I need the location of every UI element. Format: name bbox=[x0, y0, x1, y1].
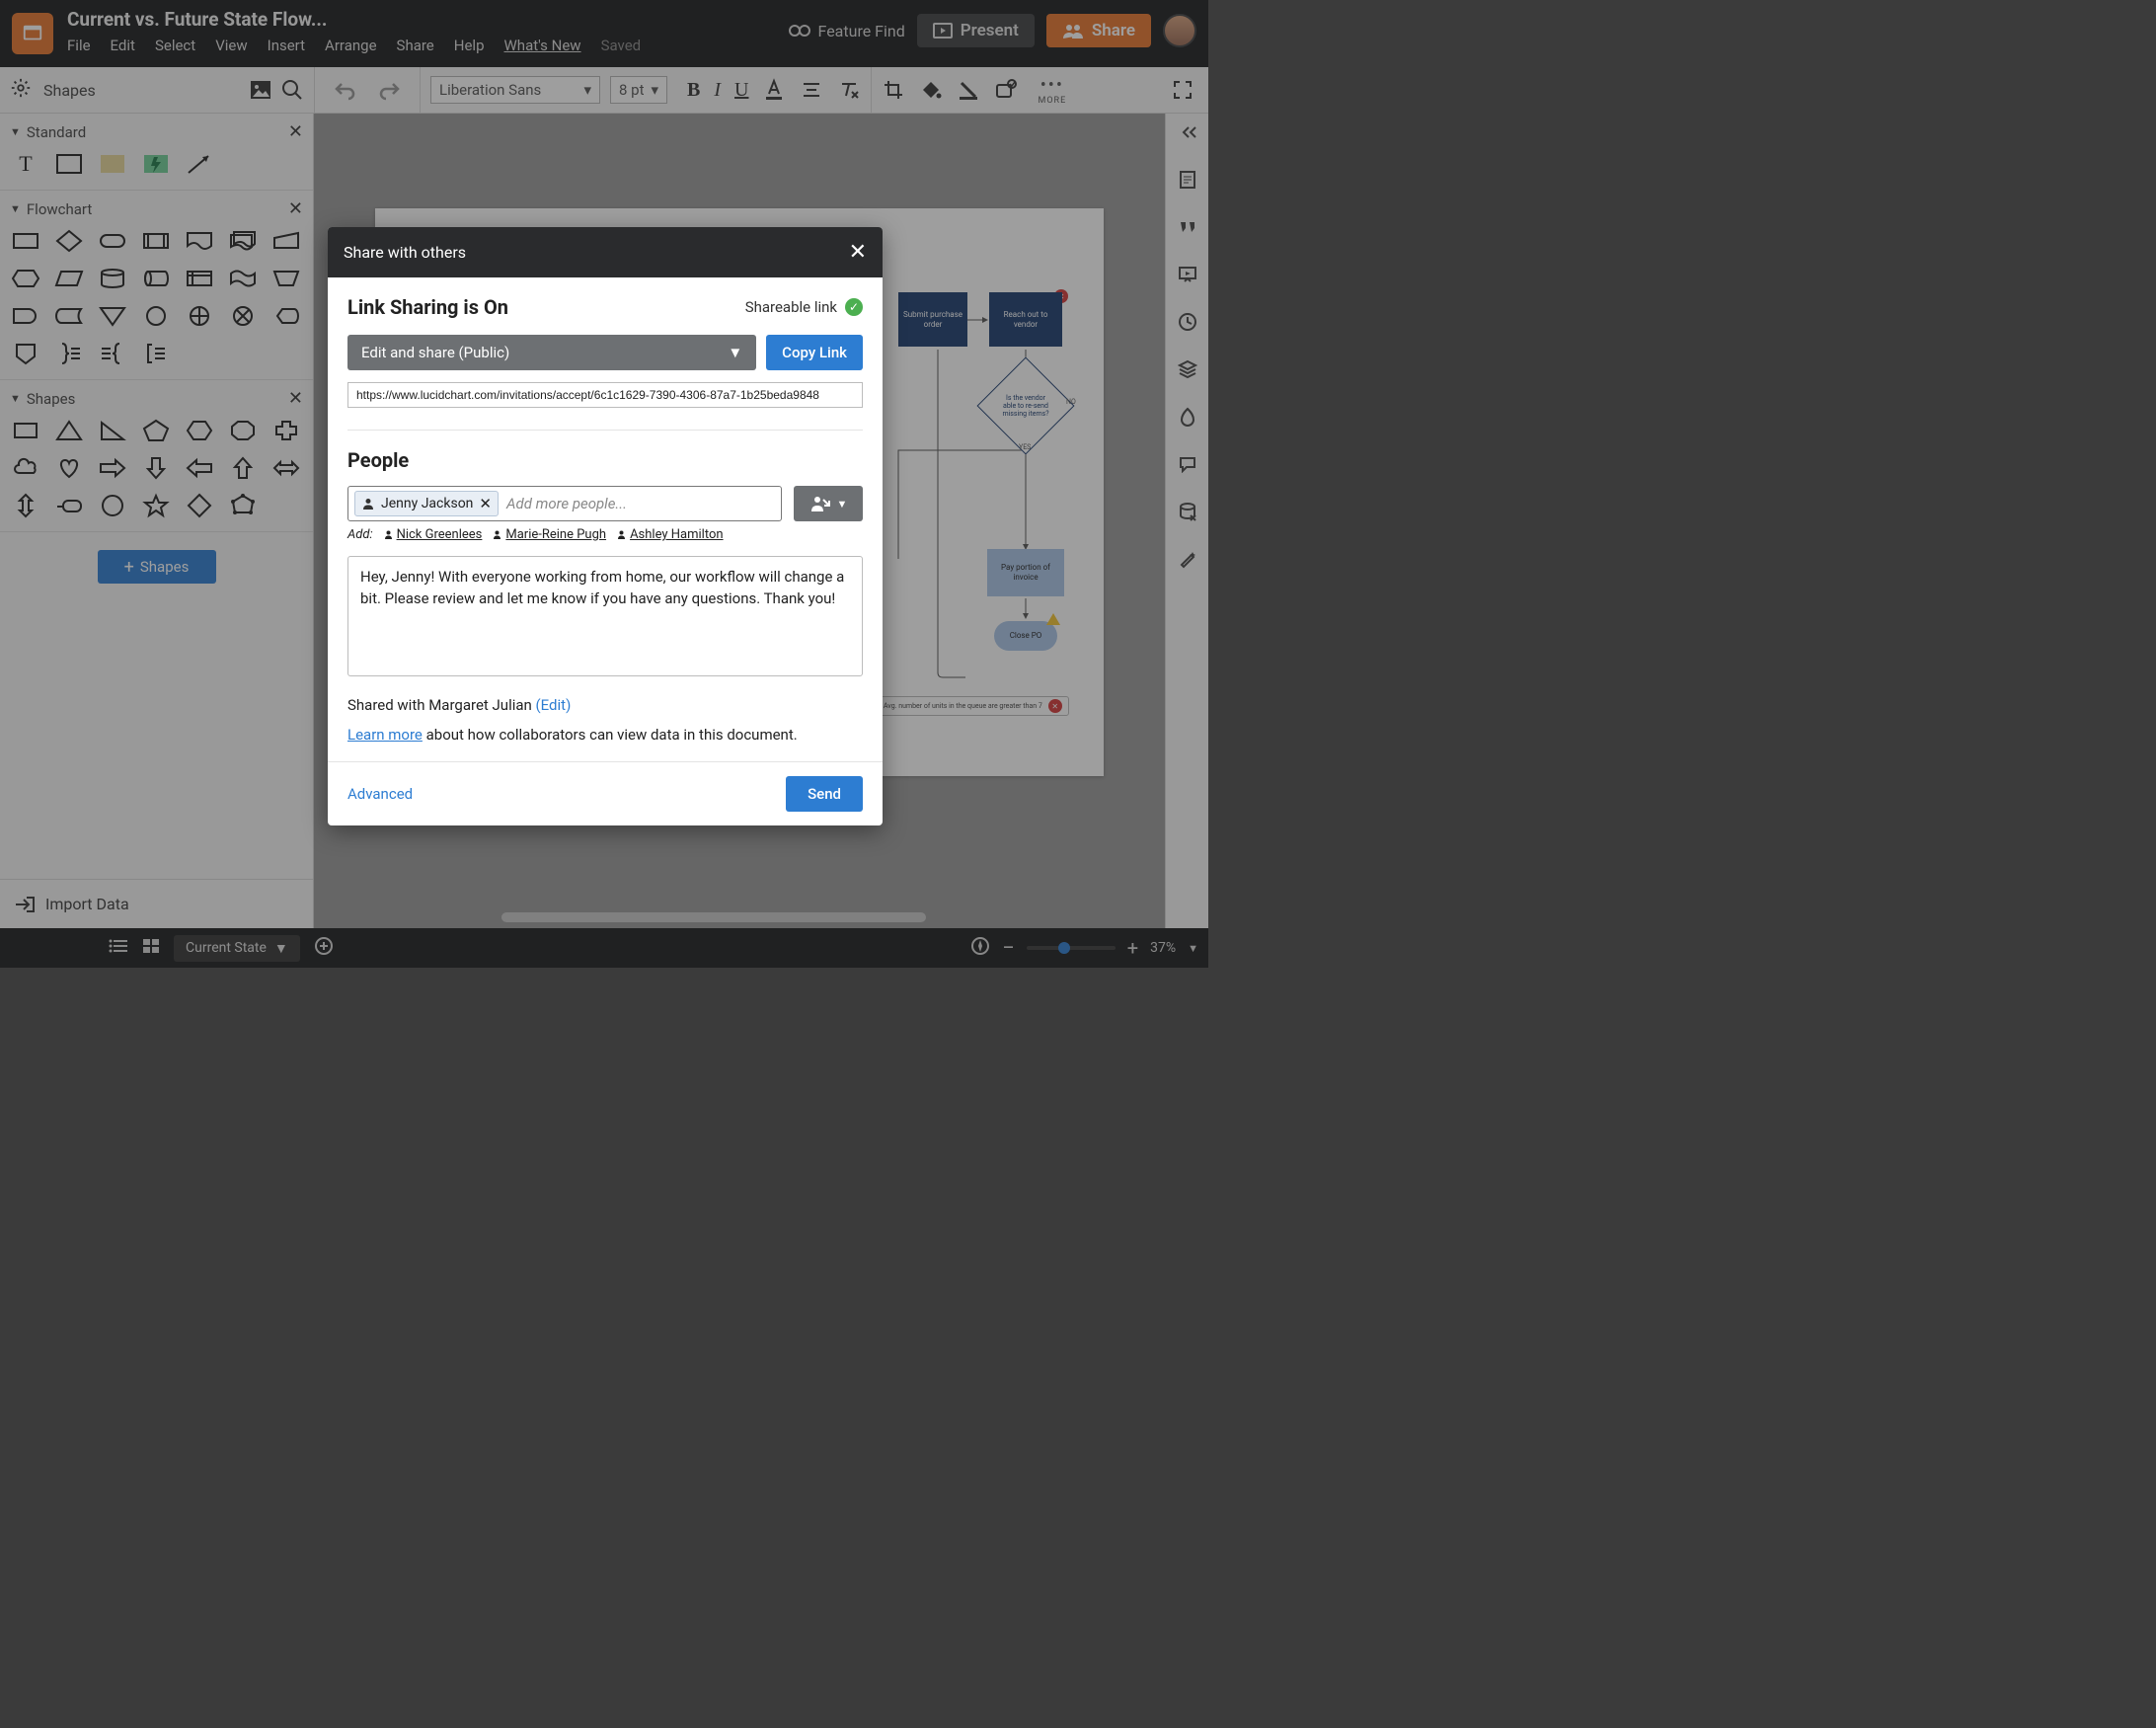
share-url-input[interactable] bbox=[347, 382, 863, 408]
role-select[interactable]: ▼ bbox=[794, 486, 863, 521]
add-label: Add: bbox=[347, 527, 373, 542]
remove-chip-icon[interactable]: ✕ bbox=[479, 495, 492, 512]
suggestion-ashley[interactable]: Ashley Hamilton bbox=[616, 527, 724, 542]
edit-shared-link[interactable]: (Edit) bbox=[536, 696, 572, 714]
shareable-label: Shareable link bbox=[745, 298, 837, 316]
modal-title: Share with others bbox=[344, 243, 466, 262]
learn-more-text: about how collaborators can view data in… bbox=[423, 726, 798, 744]
people-input[interactable]: Jenny Jackson ✕ Add more people... bbox=[347, 486, 782, 521]
close-icon[interactable]: ✕ bbox=[849, 240, 867, 265]
message-textarea[interactable] bbox=[347, 556, 863, 676]
suggestion-marie[interactable]: Marie-Reine Pugh bbox=[492, 527, 606, 542]
learn-more-link[interactable]: Learn more bbox=[347, 726, 423, 744]
link-sharing-heading: Link Sharing is On bbox=[347, 295, 508, 319]
permission-select[interactable]: Edit and share (Public)▼ bbox=[347, 335, 756, 370]
advanced-link[interactable]: Advanced bbox=[347, 785, 413, 803]
person-chip[interactable]: Jenny Jackson ✕ bbox=[354, 491, 499, 516]
people-heading: People bbox=[347, 448, 863, 472]
suggestion-nick[interactable]: Nick Greenlees bbox=[383, 527, 483, 542]
share-modal: Share with others ✕ Link Sharing is On S… bbox=[328, 227, 883, 825]
check-icon: ✓ bbox=[845, 298, 863, 316]
people-placeholder: Add more people... bbox=[506, 495, 627, 512]
shared-with-text: Shared with Margaret Julian bbox=[347, 696, 536, 714]
copy-link-button[interactable]: Copy Link bbox=[766, 335, 863, 370]
send-button[interactable]: Send bbox=[786, 776, 863, 812]
